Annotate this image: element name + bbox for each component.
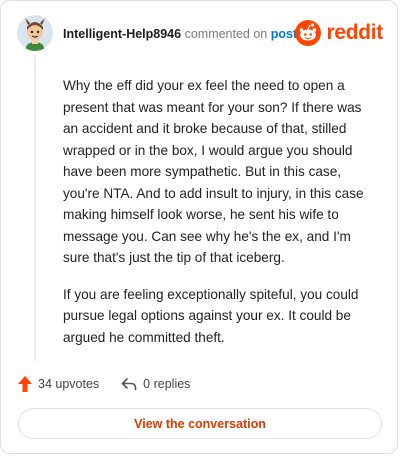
reply-button[interactable]: 0 replies: [121, 377, 190, 391]
reply-arrow-icon: [121, 378, 137, 391]
comment-meta: Intelligent-Help8946 commented on post: [63, 27, 297, 41]
view-conversation-button[interactable]: View the conversation: [18, 408, 382, 439]
upvote-arrow-icon: [18, 376, 32, 392]
reply-count: 0 replies: [143, 377, 191, 391]
reddit-snoo-icon: [295, 20, 322, 46]
reddit-wordmark: reddit: [326, 21, 383, 44]
username[interactable]: Intelligent-Help8946: [63, 27, 181, 41]
upvote-count: 34 upvotes: [38, 377, 100, 391]
post-link[interactable]: post: [271, 27, 297, 41]
comment-actions: 34 upvotes 0 replies: [18, 375, 212, 393]
comment-card: Intelligent-Help8946 commented on post r…: [0, 0, 398, 454]
thread-line: [34, 55, 36, 361]
comment-body: Why the eff did your ex feel the need to…: [63, 75, 379, 363]
user-avatar[interactable]: [17, 15, 53, 51]
action-text: commented on: [184, 27, 268, 41]
comment-header: Intelligent-Help8946 commented on post r…: [17, 15, 383, 55]
comment-paragraph: If you are feeling exceptionally spitefu…: [63, 286, 359, 345]
upvote-button[interactable]: 34 upvotes: [18, 376, 99, 392]
reddit-logo[interactable]: reddit: [295, 19, 383, 47]
comment-paragraph: Why the eff did your ex feel the need to…: [63, 78, 364, 265]
